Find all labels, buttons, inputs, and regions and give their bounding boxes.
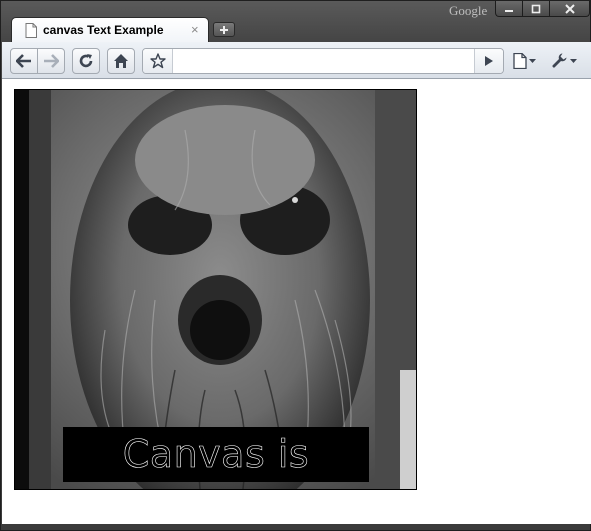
tab-title: canvas Text Example — [43, 23, 164, 37]
close-window-button[interactable] — [549, 1, 590, 17]
minimize-icon — [505, 9, 513, 12]
browser-window: Google canvas Text Example × Canvas is — [0, 0, 591, 531]
go-button[interactable] — [474, 49, 503, 73]
forward-button[interactable] — [37, 48, 65, 74]
page-menu-icon — [513, 53, 527, 69]
page-menu-button[interactable] — [513, 51, 536, 71]
home-button[interactable] — [107, 48, 135, 74]
reload-button[interactable] — [72, 48, 100, 74]
close-icon — [564, 3, 575, 14]
wrench-icon — [552, 53, 567, 68]
minimize-button[interactable] — [495, 1, 522, 17]
reload-icon — [79, 54, 93, 68]
tab-canvas-text-example[interactable]: canvas Text Example × — [11, 17, 209, 43]
brand-label: Google — [449, 3, 488, 18]
chevron-down-icon — [570, 58, 577, 63]
tab-close-button[interactable]: × — [191, 22, 199, 37]
toolbar — [2, 42, 591, 79]
address-input[interactable] — [174, 51, 478, 73]
wrench-menu-button[interactable] — [551, 51, 577, 71]
maximize-icon — [531, 4, 541, 13]
window-controls — [495, 1, 590, 19]
plus-icon — [220, 25, 228, 34]
canvas-caption: Canvas is great! — [122, 432, 310, 489]
home-icon — [114, 54, 128, 68]
page-icon — [25, 23, 37, 38]
arrow-right-icon — [44, 54, 59, 68]
new-tab-button[interactable] — [213, 22, 235, 37]
arrow-left-icon — [16, 54, 31, 68]
chevron-down-icon — [529, 58, 536, 63]
dog-canvas: Canvas is great! — [14, 89, 417, 490]
maximize-button[interactable] — [522, 1, 549, 17]
back-button[interactable] — [10, 48, 38, 74]
play-icon — [485, 56, 493, 66]
omnibox — [142, 48, 504, 74]
page-content: Canvas is great! — [2, 79, 591, 524]
bookmark-star-button[interactable] — [143, 49, 173, 73]
star-icon — [149, 53, 166, 69]
